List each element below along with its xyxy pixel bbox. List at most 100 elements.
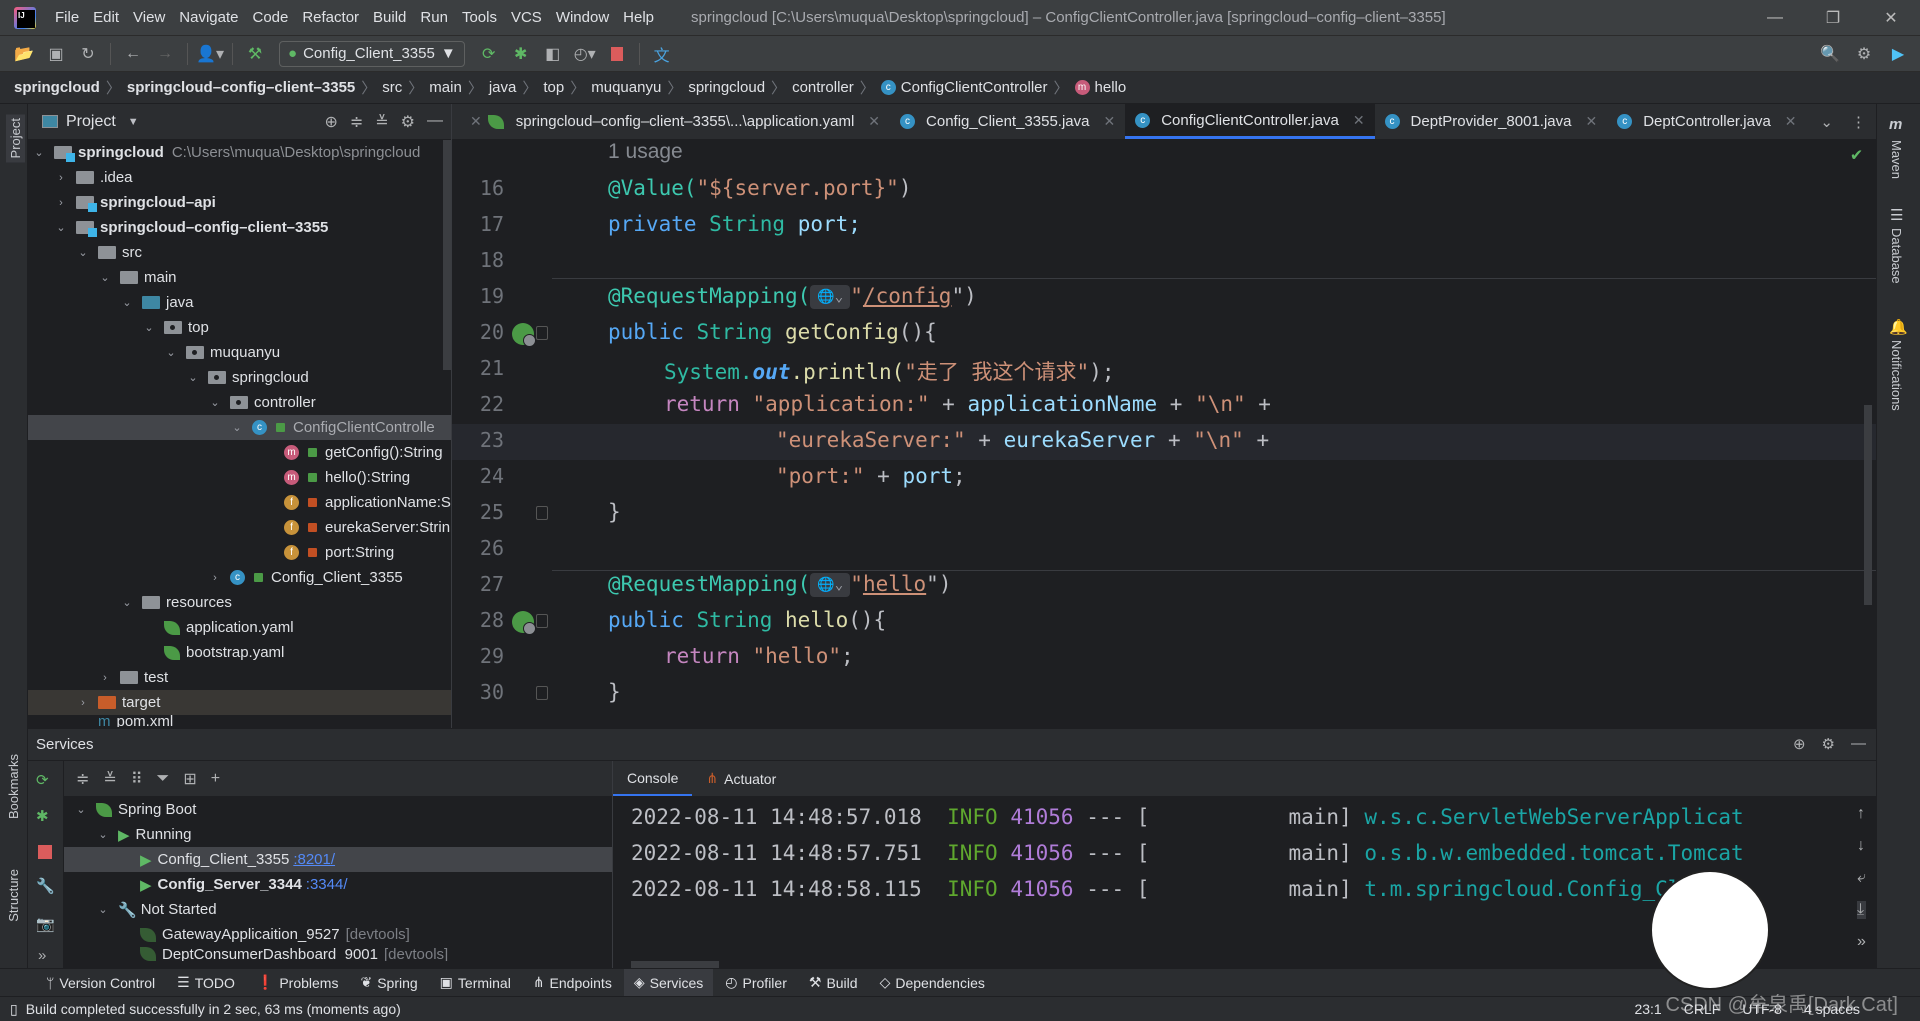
menu-tools[interactable]: Tools bbox=[455, 9, 504, 26]
locate-icon[interactable]: ⊕ bbox=[1793, 735, 1806, 753]
tool-dependencies[interactable]: ◇ Dependencies bbox=[870, 969, 995, 997]
tool-endpoints[interactable]: ⋔ Endpoints bbox=[523, 969, 622, 997]
minimize-button[interactable]: — bbox=[1746, 0, 1804, 36]
tab-list-chevron-icon[interactable]: ⌄ bbox=[1820, 113, 1833, 131]
no-problems-check-icon[interactable]: ✔ bbox=[1851, 144, 1862, 165]
debug-icon[interactable]: ✱ bbox=[36, 807, 49, 825]
port-link[interactable]: :3344/ bbox=[306, 876, 348, 893]
tree-item[interactable]: bootstrap.yaml bbox=[28, 640, 451, 665]
run-configuration-select[interactable]: ● Config_Client_3355 ▼ bbox=[279, 40, 465, 67]
tool-todo[interactable]: ☰ TODO bbox=[167, 969, 245, 997]
fold-marker-icon[interactable] bbox=[536, 506, 548, 520]
more-icon[interactable]: » bbox=[1857, 933, 1866, 951]
more-icon[interactable]: » bbox=[38, 947, 46, 964]
close-tab-icon[interactable]: ✕ bbox=[1353, 112, 1365, 129]
filter-icon[interactable]: ⏷ bbox=[157, 770, 170, 788]
endpoint-globe-icon[interactable]: 🌐⌄ bbox=[810, 285, 851, 309]
tool-services[interactable]: ◈ Services bbox=[623, 968, 714, 997]
hide-icon[interactable]: — bbox=[427, 112, 443, 132]
tab-actuator[interactable]: ⋔ Actuator bbox=[692, 761, 790, 796]
services-tree-item[interactable]: ⌄ ▶ Running bbox=[64, 822, 612, 847]
tool-spring[interactable]: ❦ Spring bbox=[350, 969, 427, 997]
breadcrumb-item[interactable]: hello bbox=[1095, 79, 1127, 96]
caret-position[interactable]: 23:1 bbox=[1634, 1001, 1661, 1017]
status-panel-icon[interactable]: ▯ bbox=[10, 1001, 18, 1018]
tree-item[interactable]: ⌄ src bbox=[28, 240, 451, 265]
sync-icon[interactable]: ↻ bbox=[74, 40, 102, 68]
tree-item[interactable]: ⌄ springcloud C:\Users\muqua\Desktop\sprin… bbox=[28, 140, 451, 165]
status-message[interactable]: Build completed successfully in 2 sec, 6… bbox=[26, 1001, 401, 1017]
expand-all-icon[interactable]: ≑ bbox=[350, 112, 363, 132]
new-tab-icon[interactable]: ⊞ bbox=[183, 769, 196, 789]
tree-item-selected[interactable]: ⌄ c ConfigClientControlle bbox=[28, 415, 451, 440]
tree-item[interactable]: › target bbox=[28, 690, 451, 715]
breadcrumb-item[interactable]: src bbox=[382, 79, 402, 96]
gear-icon[interactable]: ⚙ bbox=[401, 112, 415, 132]
breadcrumb-item[interactable]: springcloud–config–client–3355 bbox=[127, 79, 355, 96]
build-hammer-icon[interactable]: ⚒ bbox=[241, 40, 269, 68]
rerun-icon[interactable]: ⟳ bbox=[36, 771, 49, 789]
fold-marker-icon[interactable] bbox=[536, 614, 548, 628]
structure-tool-button[interactable]: Structure bbox=[6, 869, 21, 922]
translate-icon[interactable]: 文 bbox=[648, 40, 676, 68]
debug-bug-icon[interactable]: ✱ bbox=[507, 40, 535, 68]
tree-item[interactable]: ⌄ resources bbox=[28, 590, 451, 615]
expand-all-icon[interactable]: ≑ bbox=[76, 769, 89, 789]
camera-icon[interactable]: 📷 bbox=[36, 915, 55, 933]
database-tool-button[interactable]: Database bbox=[1889, 228, 1904, 284]
tree-item[interactable]: ⌄ java bbox=[28, 290, 451, 315]
maven-tool-button[interactable]: Maven bbox=[1889, 140, 1904, 179]
breadcrumb-item[interactable]: top bbox=[543, 79, 564, 96]
close-tab-icon[interactable]: ✕ bbox=[1785, 113, 1797, 130]
editor-scrollbar[interactable] bbox=[1864, 405, 1872, 605]
tree-item[interactable]: ⌄ muquanyu bbox=[28, 340, 451, 365]
breadcrumb-item[interactable]: main bbox=[429, 79, 462, 96]
tab-config-client-java[interactable]: c Config_Client_3355.java ✕ bbox=[890, 104, 1125, 139]
tab-console[interactable]: Console bbox=[613, 761, 693, 796]
menu-navigate[interactable]: Navigate bbox=[172, 9, 245, 26]
spring-endpoint-gutter-icon[interactable] bbox=[512, 611, 536, 635]
user-icon[interactable]: 👤▾ bbox=[196, 40, 224, 68]
menu-refactor[interactable]: Refactor bbox=[295, 9, 366, 26]
soft-wrap-icon[interactable]: ⤶ bbox=[1857, 869, 1866, 887]
menu-edit[interactable]: Edit bbox=[86, 9, 126, 26]
services-tree-item[interactable]: ▶ Config_Server_3344:3344/ bbox=[64, 872, 612, 897]
tool-terminal[interactable]: ▣ Terminal bbox=[430, 969, 521, 997]
tree-item[interactable]: m hello():String bbox=[28, 465, 451, 490]
usage-hint[interactable]: 1 usage bbox=[608, 140, 683, 164]
code-with-me-icon[interactable]: ▶ bbox=[1884, 40, 1912, 68]
stop-icon[interactable] bbox=[603, 40, 631, 68]
project-panel-title[interactable]: Project bbox=[66, 113, 116, 131]
fold-marker-icon[interactable] bbox=[536, 326, 548, 340]
add-service-icon[interactable]: + bbox=[211, 770, 220, 788]
wrench-icon[interactable]: 🔧 bbox=[36, 877, 55, 895]
profile-icon[interactable]: ◴▾ bbox=[571, 40, 599, 68]
menu-help[interactable]: Help bbox=[616, 9, 661, 26]
breadcrumb-item[interactable]: muquanyu bbox=[591, 79, 661, 96]
project-tool-button[interactable]: Project bbox=[6, 114, 25, 163]
tree-item[interactable]: f applicationName:S bbox=[28, 490, 451, 515]
close-tab-icon[interactable]: ✕ bbox=[1103, 113, 1115, 130]
close-tab-icon[interactable]: ✕ bbox=[1585, 113, 1597, 130]
menu-window[interactable]: Window bbox=[549, 9, 616, 26]
scroll-up-icon[interactable]: ↑ bbox=[1857, 805, 1866, 823]
group-by-icon[interactable]: ⠿ bbox=[131, 769, 143, 789]
menu-run[interactable]: Run bbox=[413, 9, 455, 26]
breadcrumb-item[interactable]: springcloud bbox=[688, 79, 765, 96]
close-window-button[interactable]: ✕ bbox=[1862, 0, 1920, 36]
forward-arrow-icon[interactable]: → bbox=[151, 40, 179, 68]
services-tree-item-selected[interactable]: ▶ Config_Client_3355:8201/ bbox=[64, 847, 612, 872]
hide-icon[interactable]: — bbox=[1851, 735, 1866, 753]
menu-vcs[interactable]: VCS bbox=[504, 9, 549, 26]
tree-item[interactable]: f port:String bbox=[28, 540, 451, 565]
breadcrumb-item[interactable]: java bbox=[489, 79, 517, 96]
tree-item[interactable]: › test bbox=[28, 665, 451, 690]
more-options-icon[interactable]: ⋮ bbox=[1851, 113, 1866, 131]
scroll-to-end-icon[interactable]: ⤓ bbox=[1857, 901, 1866, 919]
breadcrumb-item[interactable]: springcloud bbox=[14, 79, 100, 96]
tree-item[interactable]: m getConfig():String bbox=[28, 440, 451, 465]
chevron-down-icon[interactable]: ▼ bbox=[128, 116, 139, 128]
tree-item[interactable]: ⌄ springcloud bbox=[28, 365, 451, 390]
gear-icon[interactable]: ⚙ bbox=[1822, 735, 1835, 753]
scroll-down-icon[interactable]: ↓ bbox=[1857, 837, 1866, 855]
